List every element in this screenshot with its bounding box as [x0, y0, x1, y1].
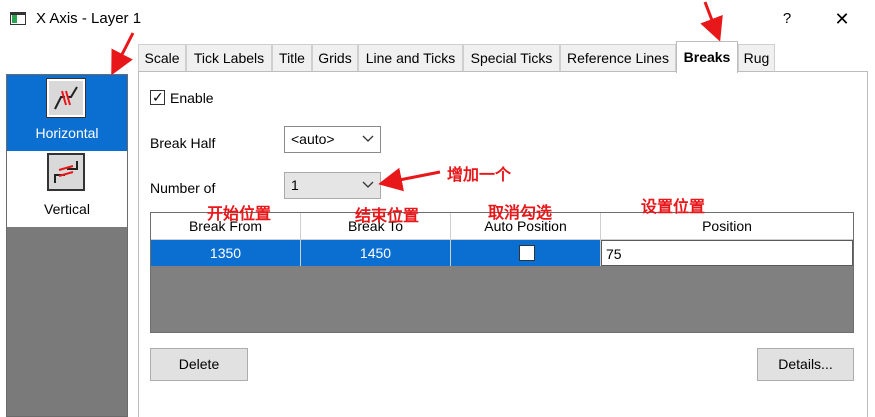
annotation-start-position: 开始位置 [207, 204, 272, 223]
annotation-add-one: 增加一个 [447, 165, 512, 184]
enable-label: Enable [170, 90, 214, 106]
tab-title[interactable]: Title [272, 44, 312, 72]
break-type-horizontal[interactable]: Horizontal [7, 75, 127, 151]
annotation-uncheck: 取消勾选 [488, 203, 553, 222]
number-of-value: 1 [291, 177, 299, 193]
check-mark-icon: ✓ [152, 89, 164, 105]
break-type-list: Horizontal Vertical [6, 74, 128, 417]
close-button[interactable]: ✕ [822, 6, 862, 32]
tab-scale[interactable]: Scale [138, 44, 186, 72]
window-title: X Axis - Layer 1 [36, 10, 142, 27]
chevron-down-icon [362, 135, 374, 142]
break-half-select[interactable]: <auto> [284, 126, 381, 153]
tab-rug[interactable]: Rug [738, 44, 775, 72]
number-of-select[interactable]: 1 [284, 172, 381, 199]
details-button[interactable]: Details... [757, 348, 854, 381]
breaks-table: Break From Break To Auto Position Positi… [150, 212, 854, 333]
cell-position-input[interactable]: 75 [601, 240, 853, 266]
horizontal-break-icon [46, 78, 86, 118]
tab-reference-lines[interactable]: Reference Lines [560, 44, 676, 72]
enable-checkbox[interactable]: ✓ [150, 89, 165, 105]
window-icon [10, 12, 26, 25]
tab-breaks[interactable]: Breaks [676, 41, 738, 73]
tab-tick-labels[interactable]: Tick Labels [186, 44, 272, 72]
break-type-label: Horizontal [35, 125, 99, 141]
arrow-to-horizontal [111, 32, 135, 76]
number-of-label: Number of [150, 180, 216, 196]
break-half-label: Break Half [150, 135, 216, 151]
break-type-label: Vertical [44, 201, 90, 217]
auto-position-checkbox[interactable] [519, 245, 535, 261]
help-button[interactable]: ? [772, 6, 802, 32]
cell-break-from[interactable]: 1350 [151, 240, 301, 266]
vertical-break-icon [47, 153, 85, 191]
title-bar: X Axis - Layer 1 ? ✕ [0, 0, 875, 38]
column-header-position[interactable]: Position [601, 213, 853, 240]
tab-grids[interactable]: Grids [312, 44, 358, 72]
annotation-set-position: 设置位置 [641, 197, 706, 216]
cell-auto-position[interactable] [451, 240, 601, 266]
tab-line-and-ticks[interactable]: Line and Ticks [358, 44, 463, 72]
chevron-down-icon [362, 181, 374, 188]
break-type-vertical[interactable]: Vertical [7, 151, 127, 227]
delete-button[interactable]: Delete [150, 348, 248, 381]
cell-break-to[interactable]: 1450 [301, 240, 451, 266]
tab-special-ticks[interactable]: Special Ticks [463, 44, 560, 72]
break-half-value: <auto> [291, 131, 335, 147]
annotation-end-position: 结束位置 [355, 206, 420, 225]
